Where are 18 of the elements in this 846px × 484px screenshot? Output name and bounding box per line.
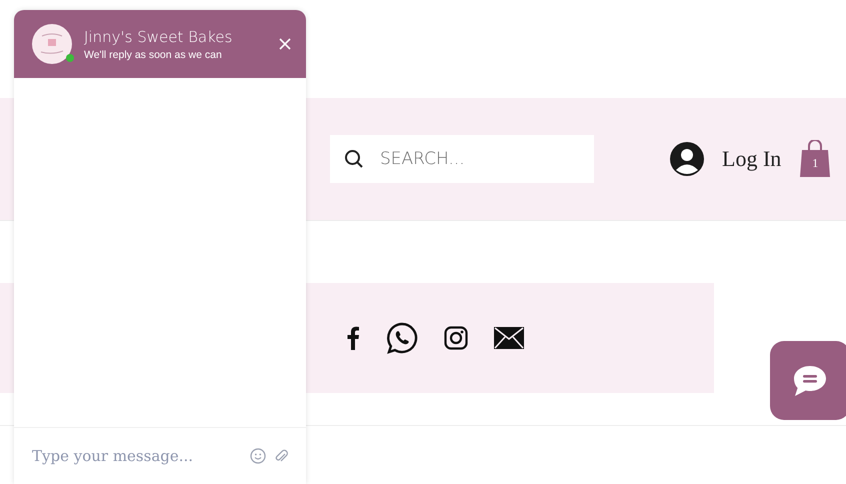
chat-subtitle: We'll reply as soon as we can <box>84 48 223 60</box>
chat-bubble-icon <box>792 364 828 398</box>
close-button[interactable] <box>278 37 292 51</box>
login-link[interactable]: Log In <box>722 146 782 172</box>
attach-icon[interactable] <box>274 448 288 464</box>
user-icon[interactable] <box>670 142 704 176</box>
cart-count: 1 <box>811 156 820 171</box>
search-field[interactable]: SEARCH... <box>330 135 594 183</box>
whatsapp-icon[interactable] <box>386 322 418 354</box>
mail-icon[interactable] <box>494 327 524 349</box>
facebook-icon[interactable] <box>346 326 360 350</box>
instagram-icon[interactable] <box>444 326 468 350</box>
chat-title: Jinny's Sweet Bakes <box>84 28 234 46</box>
message-field[interactable]: Type your message... <box>32 447 242 465</box>
bakery-logo <box>32 24 72 64</box>
chat-launcher-button[interactable] <box>770 341 846 420</box>
search-icon <box>344 149 364 169</box>
emoji-icon[interactable] <box>250 448 266 464</box>
